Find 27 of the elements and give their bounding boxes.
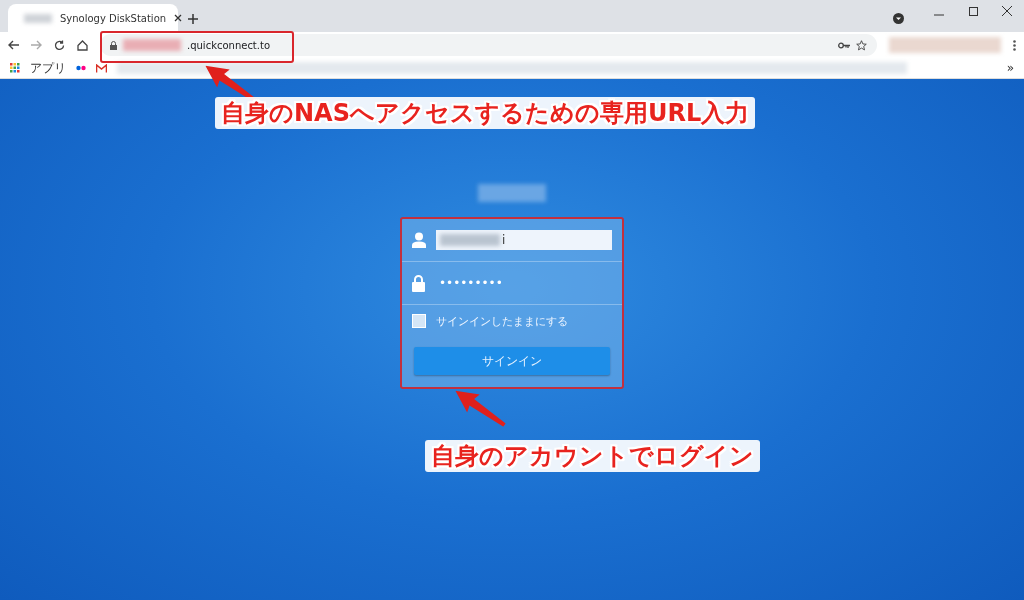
reload-icon[interactable] (54, 39, 65, 51)
blurred-block (24, 13, 52, 23)
annotation-text: 自身のNASへアクセスするための専用URL入力 (215, 97, 756, 129)
address-bar[interactable]: .quickconnect.to (100, 34, 877, 56)
blurred-block (478, 184, 546, 202)
profile-icon[interactable] (893, 13, 904, 24)
user-icon (412, 232, 426, 248)
checkbox[interactable] (412, 314, 426, 328)
key-icon[interactable] (838, 41, 850, 49)
blurred-block (440, 234, 500, 246)
more-icon[interactable] (1013, 39, 1016, 51)
back-icon[interactable] (8, 40, 19, 50)
more-bookmarks-button[interactable]: » (1006, 60, 1014, 76)
annotation-text: 自身のアカウントでログイン (425, 440, 760, 472)
star-icon[interactable] (856, 39, 867, 51)
username-field[interactable]: i (436, 230, 612, 250)
bookmark-label[interactable]: アプリ (30, 60, 66, 76)
blurred-block (123, 39, 181, 51)
lock-icon (110, 40, 117, 50)
checkbox-label: サインインしたままにする (436, 313, 568, 329)
mail-icon[interactable] (96, 63, 107, 73)
apps-grid-icon[interactable] (10, 63, 20, 73)
dots-icon[interactable] (76, 65, 86, 71)
lock-icon (412, 274, 425, 292)
home-icon[interactable] (77, 39, 88, 51)
close-icon[interactable] (174, 14, 183, 22)
new-tab-icon[interactable] (188, 14, 198, 24)
